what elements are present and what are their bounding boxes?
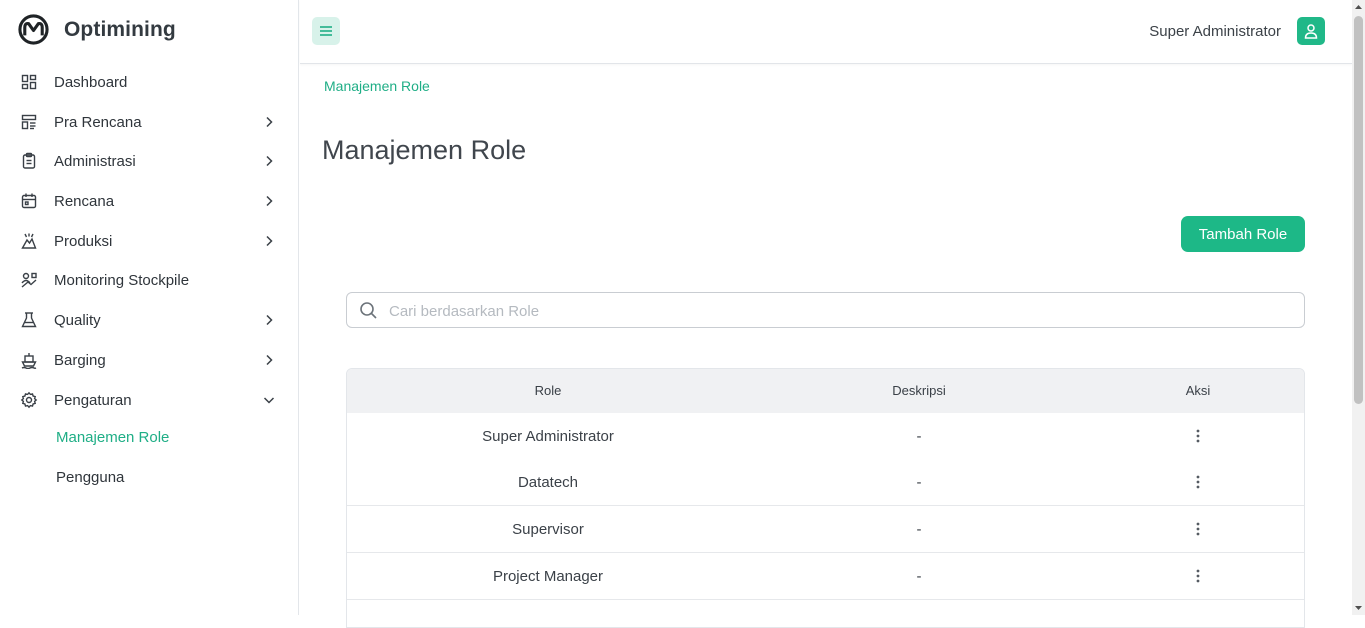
add-role-button[interactable]: Tambah Role <box>1181 216 1305 252</box>
sidebar-subitem-pengguna[interactable]: Pengguna <box>56 469 124 486</box>
breadcrumb[interactable]: Manajemen Role <box>324 78 430 94</box>
sidebar-item-quality[interactable]: Quality <box>0 301 298 339</box>
hamburger-icon <box>320 26 332 36</box>
more-vertical-icon <box>1196 429 1200 443</box>
chevron-right-icon <box>266 235 273 247</box>
chevron-right-icon <box>266 354 273 366</box>
role-cell: Project Manager <box>492 568 604 585</box>
calendar-icon <box>21 193 37 209</box>
table-row: Project Manager - <box>347 553 1304 600</box>
row-actions-button[interactable] <box>1188 519 1208 539</box>
search-icon <box>360 302 377 319</box>
column-header-role[interactable]: Role <box>535 383 562 398</box>
menu-toggle-button[interactable] <box>312 17 340 45</box>
chevron-down-icon <box>263 397 275 404</box>
column-header-description[interactable]: Deskripsi <box>892 383 945 398</box>
clipboard-icon <box>22 152 36 169</box>
scroll-down-arrow-icon[interactable] <box>1354 603 1363 613</box>
row-actions-button[interactable] <box>1188 472 1208 492</box>
roles-table: Role Deskripsi Aksi Super Administrator … <box>346 368 1305 628</box>
more-vertical-icon <box>1196 522 1200 536</box>
layout-icon <box>21 114 37 130</box>
ship-icon <box>21 353 37 369</box>
stockpile-icon <box>21 272 37 288</box>
sidebar-item-rencana[interactable]: Rencana <box>0 182 298 220</box>
sidebar-item-label: Pengaturan <box>54 391 132 409</box>
sidebar-item-label: Monitoring Stockpile <box>54 271 190 289</box>
user-avatar-button[interactable] <box>1297 17 1325 45</box>
optimining-logo-icon <box>18 14 49 45</box>
sidebar-subitem-manajemen-role[interactable]: Manajemen Role <box>56 429 169 446</box>
row-actions-button[interactable] <box>1188 426 1208 446</box>
role-cell: Super Administrator <box>482 428 614 445</box>
search-field[interactable] <box>346 292 1305 329</box>
chevron-right-icon <box>266 195 273 207</box>
role-cell: Supervisor <box>512 521 584 538</box>
chevron-right-icon <box>266 314 273 326</box>
scrollbar-thumb[interactable] <box>1354 16 1363 404</box>
sidebar: Optimining Dashboard Pra Rencana Adminis… <box>0 0 299 615</box>
page-scrollbar[interactable] <box>1352 0 1365 615</box>
sidebar-item-label: Dashboard <box>54 73 128 91</box>
table-row: Super Administrator - <box>347 413 1304 460</box>
sidebar-item-administrasi[interactable]: Administrasi <box>0 142 298 180</box>
description-cell: - <box>916 428 922 445</box>
dashboard-icon <box>21 74 37 90</box>
user-name: Super Administrator <box>1149 23 1281 40</box>
search-input[interactable] <box>387 293 1291 329</box>
brand[interactable]: Optimining <box>18 14 176 45</box>
description-cell: - <box>916 521 922 538</box>
sidebar-item-label: Administrasi <box>54 152 136 170</box>
row-actions-button[interactable] <box>1188 566 1208 586</box>
sidebar-item-monitoring-stockpile[interactable]: Monitoring Stockpile <box>0 261 298 299</box>
sidebar-item-label: Quality <box>54 311 101 329</box>
column-header-actions: Aksi <box>1185 383 1211 398</box>
table-row: Datatech - <box>347 459 1304 506</box>
sidebar-item-label: Produksi <box>54 232 113 250</box>
user-icon <box>1304 24 1318 39</box>
more-vertical-icon <box>1196 569 1200 583</box>
chevron-right-icon <box>266 116 273 128</box>
sidebar-item-pengaturan[interactable]: Pengaturan <box>0 381 298 419</box>
more-vertical-icon <box>1196 475 1200 489</box>
page-title: Manajemen Role <box>322 135 527 165</box>
table-row <box>347 600 1304 627</box>
scroll-up-arrow-icon[interactable] <box>1354 2 1363 12</box>
topbar: Super Administrator <box>300 0 1352 64</box>
sidebar-item-pra-rencana[interactable]: Pra Rencana <box>0 103 298 141</box>
production-icon <box>21 233 37 249</box>
description-cell: - <box>916 568 922 585</box>
role-cell: Datatech <box>517 474 579 491</box>
sidebar-item-label: Barging <box>54 351 106 369</box>
sidebar-item-barging[interactable]: Barging <box>0 341 298 379</box>
table-header: Role Deskripsi Aksi <box>347 369 1304 414</box>
sidebar-item-produksi[interactable]: Produksi <box>0 222 298 260</box>
sidebar-item-label: Pra Rencana <box>54 113 142 131</box>
sidebar-item-label: Rencana <box>54 192 115 210</box>
flask-icon <box>21 312 37 328</box>
sidebar-item-dashboard[interactable]: Dashboard <box>0 63 298 101</box>
chevron-right-icon <box>266 155 273 167</box>
table-row: Supervisor - <box>347 506 1304 553</box>
description-cell: - <box>916 474 922 491</box>
gear-icon <box>20 391 38 409</box>
app-name: Optimining <box>64 17 176 41</box>
